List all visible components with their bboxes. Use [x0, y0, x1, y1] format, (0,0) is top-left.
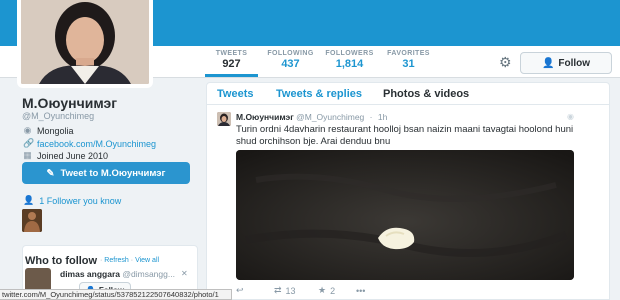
more-action[interactable]: •••	[356, 285, 394, 296]
suggestion-user[interactable]: dimas anggara @dimsangg...	[60, 269, 175, 279]
location-pin-icon: ◉	[23, 125, 32, 135]
tweet-to-button[interactable]: ✎ Tweet to М.Оюунчимэг	[22, 162, 190, 184]
location-pin-icon: ◉	[567, 112, 574, 121]
link-icon: 🔗	[23, 138, 35, 148]
tweet-avatar-photo	[217, 112, 231, 126]
dot-separator: ·	[130, 257, 134, 264]
profile-handle[interactable]: @M_Oyunchimeg	[22, 111, 94, 121]
timeline-panel: Tweets Tweets & replies Photos & videos …	[206, 82, 610, 300]
favorite-count: 2	[330, 285, 336, 296]
close-icon[interactable]: ✕	[181, 269, 188, 278]
stat-label: FAVORITES	[387, 50, 430, 57]
user-icon: 👤	[23, 195, 35, 205]
location-text: Mongolia	[37, 125, 74, 136]
stat-value: 437	[281, 58, 300, 70]
profile-location: ◉ Mongolia	[23, 125, 74, 136]
stat-following[interactable]: FOLLOWING 437	[264, 50, 317, 77]
tweet-actions: ↩ ⇄ 13 ★ 2 •••	[236, 285, 394, 296]
dot-separator: ·	[100, 257, 103, 264]
follow-button[interactable]: 👤 Follow	[520, 52, 612, 74]
stat-value: 1,814	[335, 58, 364, 70]
stat-favorites[interactable]: FAVORITES 31	[382, 50, 435, 77]
profile-website: 🔗 facebook.com/M.Oyunchimeg	[23, 138, 156, 149]
reply-icon: ↩	[236, 285, 244, 295]
tweet-dot-separator: ·	[369, 112, 373, 122]
who-to-follow-title: Who to follow	[25, 255, 98, 267]
calendar-icon: ▦	[23, 150, 32, 160]
followers-you-know-text: 1 Follower you know	[39, 195, 122, 206]
profile-stats: TWEETS 927 FOLLOWING 437 FOLLOWERS 1,814…	[205, 50, 441, 77]
followers-you-know[interactable]: 👤 1 Follower you know	[23, 195, 121, 206]
favorite-action[interactable]: ★ 2	[318, 285, 356, 296]
suggestion-name: dimas anggara	[60, 269, 120, 279]
tweet-author-handle[interactable]: @M_Oyunchimeg	[296, 112, 364, 122]
retweet-action[interactable]: ⇄ 13	[274, 285, 318, 296]
joined-text: Joined June 2010	[37, 150, 109, 161]
star-icon: ★	[318, 285, 327, 295]
stat-tweets[interactable]: TWEETS 927	[205, 50, 258, 77]
add-user-icon: 👤	[541, 57, 555, 69]
website-link[interactable]: facebook.com/M.Oyunchimeg	[37, 139, 156, 149]
browser-status-url: twitter.com/M_Oyunchimeg/status/53785212…	[0, 289, 232, 300]
tweet-author-name[interactable]: М.Оюунчимэг	[236, 112, 294, 122]
tweet-photo[interactable]	[236, 150, 574, 280]
gear-icon[interactable]: ⚙	[499, 55, 513, 69]
tab-tweets[interactable]: Tweets	[217, 88, 253, 100]
stat-label: FOLLOWERS	[325, 50, 374, 57]
view-all-link[interactable]: View all	[135, 257, 159, 264]
refresh-link[interactable]: Refresh	[104, 257, 129, 264]
profile-joined: ▦ Joined June 2010	[23, 150, 108, 161]
stat-followers[interactable]: FOLLOWERS 1,814	[323, 50, 376, 77]
retweet-icon: ⇄	[274, 285, 282, 295]
tweet-photo-image	[236, 150, 574, 280]
stat-label: TWEETS	[215, 50, 248, 57]
retweet-count: 13	[285, 285, 296, 296]
follower-avatar[interactable]	[22, 209, 42, 232]
stat-value: 927	[222, 58, 241, 70]
follower-avatar-photo	[22, 209, 42, 232]
suggestion-handle: @dimsangg...	[122, 269, 175, 279]
more-icon: •••	[356, 285, 366, 296]
follow-button-label: Follow	[558, 57, 591, 69]
tweet-avatar[interactable]	[217, 112, 231, 126]
tweet-to-label: Tweet to М.Оюунчимэг	[60, 167, 166, 179]
tweet-text: Turin ordni 4davharin restaurant hoolloj…	[236, 124, 574, 147]
stat-label: FOLLOWING	[267, 50, 314, 57]
profile-name[interactable]: М.Оюунчимэг	[22, 95, 117, 111]
tab-photos-videos[interactable]: Photos & videos	[383, 88, 469, 100]
profile-avatar[interactable]	[17, 0, 153, 88]
tab-tweets-replies[interactable]: Tweets & replies	[276, 88, 362, 100]
stat-value: 31	[402, 58, 415, 70]
compose-icon: ✎	[46, 167, 55, 179]
avatar-photo	[21, 0, 149, 84]
reply-action[interactable]: ↩	[236, 285, 274, 296]
who-to-follow-links: · Refresh · View all	[100, 257, 159, 264]
tweet-timestamp[interactable]: 1h	[378, 112, 387, 122]
timeline-tabs: Tweets Tweets & replies Photos & videos	[207, 83, 609, 105]
tweet-header: М.Оюунчимэг @M_Oyunchimeg · 1h	[236, 112, 387, 122]
